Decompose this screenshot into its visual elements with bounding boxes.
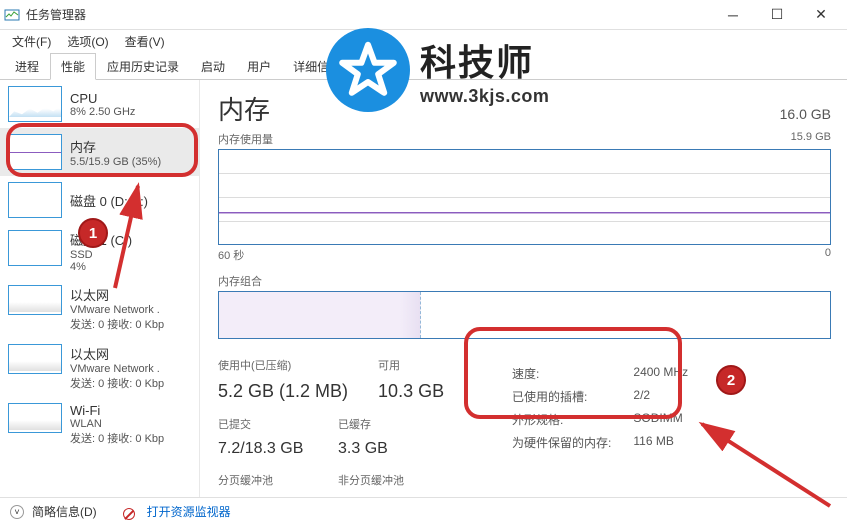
sidebar-memory-sub: 5.5/15.9 GB (35%)	[70, 156, 161, 168]
sidebar-wifi-sub2: 发送: 0 接收: 0 Kbp	[70, 430, 164, 446]
available-value: 10.3 GB	[378, 381, 468, 402]
content: CPU 8% 2.50 GHz 内存 5.5/15.9 GB (35%) 磁盘 …	[0, 80, 847, 497]
tab-processes[interactable]: 进程	[4, 53, 50, 80]
minimize-button[interactable]: ─	[711, 1, 755, 29]
watermark-brand: 科技师	[420, 34, 549, 86]
memory-total: 16.0 GB	[780, 106, 831, 122]
wifi-icon	[8, 403, 62, 433]
sidebar-disk1-title: 磁盘 1 (C:)	[70, 230, 132, 249]
available-label: 可用	[378, 357, 468, 373]
sidebar-item-disk0[interactable]: 磁盘 0 (D: E:)	[0, 176, 199, 224]
sidebar-item-disk1[interactable]: 磁盘 1 (C:) SSD 4%	[0, 224, 199, 279]
cpu-icon	[8, 86, 62, 122]
sidebar-disk1-sub2: 4%	[70, 261, 132, 273]
menu-file[interactable]: 文件(F)	[6, 31, 57, 52]
comp-free	[421, 292, 830, 338]
sidebar-wifi-title: Wi-Fi	[70, 403, 164, 418]
memory-graph[interactable]	[218, 149, 831, 245]
open-resource-monitor-link[interactable]: 打开资源监视器	[147, 503, 231, 520]
sidebar-eth0-sub2: 发送: 0 接收: 0 Kbp	[70, 316, 164, 332]
main-panel: 内存 16.0 GB 内存使用量 15.9 GB 60 秒 0 内存组合 使用中…	[200, 80, 847, 497]
menu-options[interactable]: 选项(O)	[61, 31, 114, 52]
committed-label: 已提交	[218, 416, 308, 432]
maximize-button[interactable]: ☐	[755, 1, 799, 29]
spec-form-value: SODIMM	[633, 411, 688, 428]
tab-startup[interactable]: 启动	[190, 53, 236, 80]
memory-icon	[8, 134, 62, 170]
tab-performance[interactable]: 性能	[50, 53, 96, 80]
usage-max: 15.9 GB	[791, 131, 831, 147]
xaxis-left: 60 秒	[218, 247, 244, 263]
sidebar-item-eth0[interactable]: 以太网 VMware Network . 发送: 0 接收: 0 Kbp	[0, 279, 199, 338]
sidebar-cpu-title: CPU	[70, 91, 135, 106]
sidebar-disk0-title: 磁盘 0 (D: E:)	[70, 191, 148, 210]
disk-icon	[8, 182, 62, 218]
sidebar-item-wifi[interactable]: Wi-Fi WLAN 发送: 0 接收: 0 Kbp	[0, 397, 199, 452]
app-icon	[4, 7, 20, 23]
sidebar-eth1-title: 以太网	[70, 344, 164, 363]
chevron-down-icon[interactable]: ˅	[10, 505, 24, 519]
watermark: 科技师 www.3kjs.com	[326, 28, 549, 112]
spec-box: 速度: 2400 MHz 已使用的插槽: 2/2 外形规格: SODIMM 为硬…	[498, 357, 702, 514]
bottombar: ˅ 简略信息(D) 打开资源监视器	[0, 497, 847, 525]
ethernet-icon	[8, 344, 62, 374]
cached-value: 3.3 GB	[338, 440, 428, 458]
sidebar-wifi-sub1: WLAN	[70, 418, 164, 430]
titlebar: 任务管理器 ─ ☐ ✕	[0, 0, 847, 30]
disk-icon	[8, 230, 62, 266]
ethernet-icon	[8, 285, 62, 315]
composition-label: 内存组合	[218, 273, 831, 289]
sidebar-eth0-sub1: VMware Network .	[70, 304, 164, 316]
spec-reserved-label: 为硬件保留的内存:	[512, 434, 611, 451]
spec-form-label: 外形规格:	[512, 411, 611, 428]
sidebar-item-eth1[interactable]: 以太网 VMware Network . 发送: 0 接收: 0 Kbp	[0, 338, 199, 397]
in-use-value: 5.2 GB (1.2 MB)	[218, 381, 348, 402]
graph-header: 内存使用量 15.9 GB	[218, 131, 831, 147]
watermark-url: www.3kjs.com	[420, 86, 549, 107]
committed-value: 7.2/18.3 GB	[218, 440, 308, 458]
xaxis-right: 0	[825, 247, 831, 263]
sidebar-item-memory[interactable]: 内存 5.5/15.9 GB (35%)	[0, 128, 199, 176]
page-title: 内存	[218, 90, 270, 127]
in-use-label: 使用中(已压缩)	[218, 357, 348, 373]
close-button[interactable]: ✕	[799, 1, 843, 29]
paged-label: 分页缓冲池	[218, 472, 308, 488]
usage-label: 内存使用量	[218, 131, 273, 147]
sidebar-disk1-sub1: SSD	[70, 249, 132, 261]
spec-speed-label: 速度:	[512, 365, 611, 382]
no-entry-icon	[123, 508, 135, 520]
spec-speed-value: 2400 MHz	[633, 365, 688, 382]
nonpaged-label: 非分页缓冲池	[338, 472, 428, 488]
spec-slots-label: 已使用的插槽:	[512, 388, 611, 405]
sidebar: CPU 8% 2.50 GHz 内存 5.5/15.9 GB (35%) 磁盘 …	[0, 80, 200, 497]
spec-slots-value: 2/2	[633, 388, 688, 405]
sidebar-eth1-sub1: VMware Network .	[70, 363, 164, 375]
spec-reserved-value: 116 MB	[633, 434, 688, 451]
comp-used	[219, 292, 421, 338]
window-title: 任务管理器	[26, 6, 86, 23]
graph-xaxis: 60 秒 0	[218, 247, 831, 263]
tab-history[interactable]: 应用历史记录	[96, 53, 190, 80]
sidebar-eth1-sub2: 发送: 0 接收: 0 Kbp	[70, 375, 164, 391]
menu-view[interactable]: 查看(V)	[119, 31, 171, 52]
fewer-details-link[interactable]: 简略信息(D)	[32, 503, 97, 520]
sidebar-cpu-sub: 8% 2.50 GHz	[70, 106, 135, 118]
sidebar-eth0-title: 以太网	[70, 285, 164, 304]
sidebar-item-cpu[interactable]: CPU 8% 2.50 GHz	[0, 80, 199, 128]
tab-users[interactable]: 用户	[236, 53, 282, 80]
memory-composition[interactable]	[218, 291, 831, 339]
watermark-logo	[326, 28, 410, 112]
sidebar-memory-title: 内存	[70, 137, 161, 156]
cached-label: 已缓存	[338, 416, 428, 432]
stats: 使用中(已压缩) 5.2 GB (1.2 MB) 可用 10.3 GB 已提交 …	[218, 357, 831, 514]
